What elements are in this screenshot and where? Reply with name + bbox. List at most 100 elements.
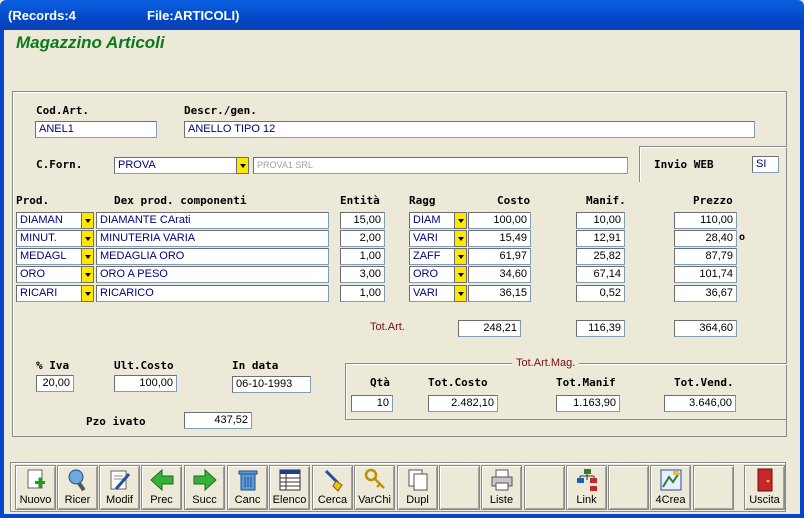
uscita-button[interactable]: Uscita <box>744 465 785 510</box>
prod-dropdown-button[interactable] <box>81 248 94 265</box>
crea-button[interactable]: 4Crea <box>650 465 691 510</box>
descr-field[interactable]: ANELLO TIPO 12 <box>184 121 755 138</box>
ragg-dropdown-button[interactable] <box>454 285 467 302</box>
row-ragg-field[interactable]: DIAM <box>409 212 455 229</box>
keys-icon <box>362 467 388 493</box>
col-prod-header: Prod. <box>16 194 50 207</box>
ragg-dropdown-button[interactable] <box>454 212 467 229</box>
row-prod-field[interactable]: DIAMAN <box>16 212 82 229</box>
row-ragg-field[interactable]: ORO <box>409 266 455 283</box>
col-dex-header: Dex prod. componenti <box>114 194 247 207</box>
ricer-button[interactable]: Ricer <box>57 465 98 510</box>
row-ragg-field[interactable]: ZAFF <box>409 248 455 265</box>
mag-tot-vend-label: Tot.Vend. <box>674 376 734 389</box>
exit-door-icon <box>752 467 778 493</box>
pzo-ivato-field: 437,52 <box>184 412 252 429</box>
row-costo-field[interactable]: 61,97 <box>468 248 531 265</box>
edit-doc-icon <box>107 467 133 493</box>
dupl-button[interactable]: Dupl <box>397 465 438 510</box>
row-costo-field[interactable]: 34,60 <box>468 266 531 283</box>
ricer-label: Ricer <box>64 494 91 506</box>
cod-art-field[interactable]: ANEL1 <box>35 121 157 138</box>
fornitore-dropdown-button[interactable] <box>236 157 249 174</box>
arrow-right-icon <box>192 467 218 493</box>
row-dex-field[interactable]: MINUTERIA VARIA <box>96 230 329 247</box>
row-entita-field[interactable]: 15,00 <box>340 212 385 229</box>
tot-prezzo-field: 364,60 <box>674 320 737 337</box>
window-titlebar: (Records:4 File:ARTICOLI) <box>0 0 804 30</box>
ragg-dropdown-button[interactable] <box>454 266 467 283</box>
ult-costo-field[interactable]: 100,00 <box>114 375 177 392</box>
prec-button[interactable]: Prec <box>141 465 182 510</box>
col-ragg-header: Ragg <box>409 194 436 207</box>
row-ragg-field[interactable]: VARI <box>409 285 455 302</box>
row-prod-field[interactable]: MEDAGL <box>16 248 82 265</box>
row-manif-field[interactable]: 67,14 <box>576 266 625 283</box>
modif-button[interactable]: Modif <box>99 465 140 510</box>
empty-button[interactable] <box>439 465 480 510</box>
row-prezzo-field[interactable]: 28,40 <box>674 230 737 247</box>
records-count: (Records:4 <box>8 8 76 23</box>
row-ragg-field[interactable]: VARI <box>409 230 455 247</box>
row-dex-field[interactable]: MEDAGLIA ORO <box>96 248 329 265</box>
row-dex-field[interactable]: ORO A PESO <box>96 266 329 283</box>
prod-dropdown-button[interactable] <box>81 266 94 283</box>
qta-label: Qtà <box>370 376 390 389</box>
canc-button[interactable]: Canc <box>227 465 268 510</box>
iva-field[interactable]: 20,00 <box>36 375 74 392</box>
varchi-label: VarChi <box>358 494 391 506</box>
cerca-button[interactable]: Cerca <box>312 465 353 510</box>
in-data-field[interactable]: 06-10-1993 <box>232 376 311 393</box>
ragg-dropdown-button[interactable] <box>454 248 467 265</box>
elenco-button[interactable]: Elenco <box>269 465 310 510</box>
row-entita-field[interactable]: 1,00 <box>340 285 385 302</box>
crea-label: 4Crea <box>655 494 686 506</box>
row-prezzo-field[interactable]: 110,00 <box>674 212 737 229</box>
prod-dropdown-button[interactable] <box>81 285 94 302</box>
magazzino-title: Tot.Art.Mag. <box>512 357 580 369</box>
liste-button[interactable]: Liste <box>481 465 522 510</box>
empty-button[interactable] <box>524 465 565 510</box>
link-button[interactable]: Link <box>566 465 607 510</box>
row-costo-field[interactable]: 100,00 <box>468 212 531 229</box>
add-doc-icon <box>23 467 49 493</box>
row-prod-field[interactable]: RICARI <box>16 285 82 302</box>
empty-button[interactable] <box>608 465 649 510</box>
row-prod-field[interactable]: ORO <box>16 266 82 283</box>
page-title: Magazzino Articoli <box>16 33 165 52</box>
printer-icon <box>489 467 515 493</box>
row-manif-field[interactable]: 10,00 <box>576 212 625 229</box>
descr-label: Descr./gen. <box>184 104 257 117</box>
row-costo-field[interactable]: 36,15 <box>468 285 531 302</box>
row-prod-field[interactable]: MINUT. <box>16 230 82 247</box>
row-costo-field[interactable]: 15,49 <box>468 230 531 247</box>
row-prezzo-field[interactable]: 101,74 <box>674 266 737 283</box>
ult-costo-label: Ult.Costo <box>114 359 174 372</box>
ragg-dropdown-button[interactable] <box>454 230 467 247</box>
succ-button[interactable]: Succ <box>184 465 225 510</box>
prod-dropdown-button[interactable] <box>81 212 94 229</box>
fornitore-select[interactable]: PROVA <box>114 157 238 174</box>
window-frame-bottom <box>0 514 804 518</box>
prod-dropdown-button[interactable] <box>81 230 94 247</box>
window-frame-right <box>800 30 804 518</box>
liste-label: Liste <box>489 494 514 506</box>
window-frame-left <box>0 30 4 518</box>
row-prezzo-field[interactable]: 36,67 <box>674 285 737 302</box>
row-manif-field[interactable]: 12,91 <box>576 230 625 247</box>
row-manif-field[interactable]: 25,82 <box>576 248 625 265</box>
elenco-label: Elenco <box>272 494 307 506</box>
row-dex-field[interactable]: RICARICO <box>96 285 329 302</box>
row-dex-field[interactable]: DIAMANTE CArati <box>96 212 329 229</box>
row-entita-field[interactable]: 3,00 <box>340 266 385 283</box>
nuovo-button[interactable]: Nuovo <box>15 465 56 510</box>
invio-web-field[interactable]: SI <box>752 156 779 173</box>
row-prezzo-field[interactable]: 87,79 <box>674 248 737 265</box>
row-entita-field[interactable]: 1,00 <box>340 248 385 265</box>
col-prezzo-header: Prezzo <box>693 194 733 207</box>
empty-button[interactable] <box>693 465 734 510</box>
row-entita-field[interactable]: 2,00 <box>340 230 385 247</box>
row-manif-field[interactable]: 0,52 <box>576 285 625 302</box>
varchi-button[interactable]: VarChi <box>354 465 395 510</box>
build-icon <box>658 467 684 493</box>
